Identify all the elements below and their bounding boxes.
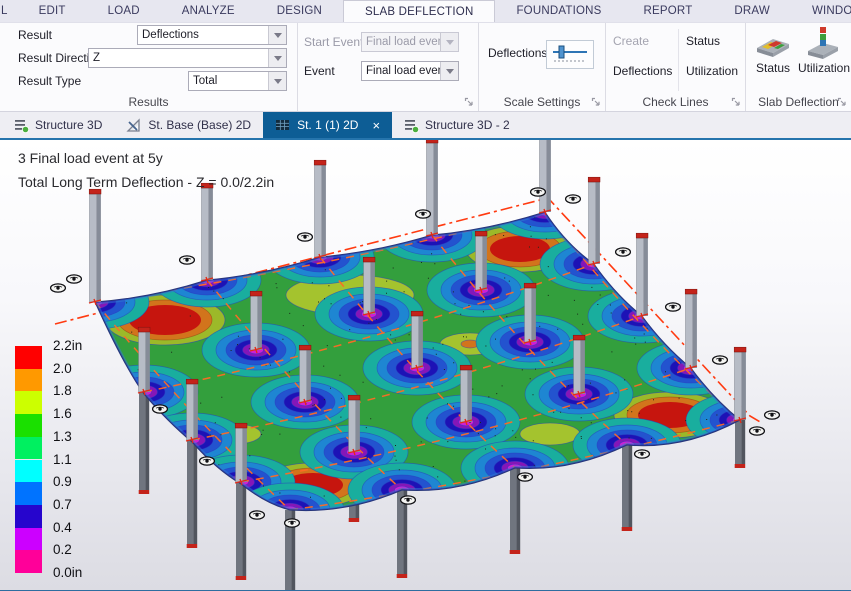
legend-value: 0.2 [53, 542, 72, 557]
result-label: Result [18, 25, 52, 45]
start-event-dropdown[interactable]: Final load event [361, 32, 459, 52]
deflections-scale-button[interactable] [546, 40, 594, 69]
dialog-launcher-icon[interactable] [464, 97, 474, 107]
menu-item-windows[interactable]: WINDOWS [791, 0, 851, 22]
group-label-results: Results [0, 95, 297, 109]
ribbon: Result Deflections Result Direction Z Re… [0, 23, 851, 112]
status-slab-button[interactable]: Status [750, 26, 796, 98]
drafting-icon [126, 118, 142, 133]
view-title: 3 Final load event at 5y Total Long Term… [18, 146, 274, 194]
ribbon-group-results: Result Deflections Result Direction Z Re… [0, 23, 298, 111]
legend-value: 0.7 [53, 497, 72, 512]
dialog-launcher-icon[interactable] [591, 97, 601, 107]
legend-value: 2.0 [53, 361, 72, 376]
dialog-launcher-icon[interactable] [837, 97, 847, 107]
menu-item-edit[interactable]: EDIT [18, 0, 87, 22]
legend-swatch [15, 346, 42, 369]
legend-value: 0.0in [53, 565, 82, 580]
legend-value: 0.9 [53, 474, 72, 489]
menu-item-draw[interactable]: DRAW [713, 0, 791, 22]
chevron-down-icon [440, 33, 458, 51]
app-window: L EDIT LOAD ANALYZE DESIGN SLAB DEFLECTI… [0, 0, 851, 591]
legend-value: 0.4 [53, 520, 72, 535]
status-slab-icon [754, 26, 792, 60]
tab-st-1-2d[interactable]: St. 1 (1) 2D × [263, 112, 392, 138]
legend-swatch [15, 369, 42, 392]
deflections-scale-label: Deflections [488, 43, 547, 63]
menu-item-load[interactable]: LOAD [87, 0, 161, 22]
deflection-legend: 2.2in2.01.81.61.31.10.90.70.40.20.0in [15, 346, 125, 590]
legend-swatch [15, 460, 42, 483]
legend-swatch [15, 414, 42, 437]
start-event-label: Start Event [304, 32, 363, 52]
legend-value: 1.6 [53, 406, 72, 421]
utilization-check-button[interactable]: Utilization [686, 61, 738, 81]
ribbon-group-check-lines: Create Deflections Status Utilization Ch… [606, 23, 746, 111]
document-tab-bar: Structure 3D St. Base (Base) 2D St. 1 (1… [0, 112, 851, 140]
legend-swatch [15, 437, 42, 460]
slider-icon [550, 44, 590, 66]
viewport: 3 Final load event at 5y Total Long Term… [0, 140, 851, 590]
legend-swatch [15, 482, 42, 505]
ribbon-group-scale-settings: Deflections Scale Settings [479, 23, 606, 111]
ribbon-group-events: Start Event Final load event Event Final… [298, 23, 479, 111]
tab-st-base-2d[interactable]: St. Base (Base) 2D [114, 112, 263, 138]
tab-structure-3d-2[interactable]: Structure 3D - 2 [392, 112, 522, 138]
event-label: Event [304, 61, 335, 81]
menu-bar: L EDIT LOAD ANALYZE DESIGN SLAB DEFLECTI… [0, 0, 851, 23]
close-icon[interactable]: × [372, 119, 380, 132]
menu-item-slab-deflection[interactable]: SLAB DEFLECTION [343, 0, 495, 22]
chevron-down-icon [440, 62, 458, 80]
tab-structure-3d[interactable]: Structure 3D [2, 112, 114, 138]
separator [678, 29, 679, 91]
group-label-check-lines: Check Lines [606, 95, 745, 109]
utilization-slab-icon [804, 26, 842, 60]
structure-list-icon [404, 118, 419, 133]
status-check-button[interactable]: Status [686, 31, 720, 51]
view-title-line1: 3 Final load event at 5y [18, 146, 274, 170]
group-label-scale-settings: Scale Settings [479, 95, 605, 109]
legend-value: 2.2in [53, 338, 82, 353]
structure-list-icon [14, 118, 29, 133]
result-type-label: Result Type [18, 71, 81, 91]
group-label-slab-deflection: Slab Deflection [746, 95, 851, 109]
utilization-slab-button[interactable]: Utilization [798, 26, 848, 98]
chevron-down-icon [268, 49, 286, 67]
legend-swatch [15, 550, 42, 573]
result-type-dropdown[interactable]: Total [188, 71, 287, 91]
legend-value: 1.3 [53, 429, 72, 444]
event-dropdown[interactable]: Final load event [361, 61, 459, 81]
chevron-down-icon [268, 72, 286, 90]
grid-2d-icon [275, 118, 291, 132]
menu-item-design[interactable]: DESIGN [256, 0, 343, 22]
dialog-launcher-icon[interactable] [731, 97, 741, 107]
deflections-check-button[interactable]: Deflections [613, 61, 672, 81]
legend-swatch [15, 391, 42, 414]
menu-item-report[interactable]: REPORT [623, 0, 714, 22]
view-title-line2: Total Long Term Deflection - Z = 0.0/2.2… [18, 170, 274, 194]
result-dropdown[interactable]: Deflections [137, 25, 287, 45]
menu-item-analyze[interactable]: ANALYZE [161, 0, 256, 22]
legend-value: 1.1 [53, 452, 72, 467]
menu-item-foundations[interactable]: FOUNDATIONS [495, 0, 622, 22]
menu-item-model-partial[interactable]: L [0, 0, 18, 22]
create-deflections-button[interactable]: Create [613, 31, 649, 51]
slab-deflection-3d-canvas[interactable] [0, 140, 851, 590]
result-direction-dropdown[interactable]: Z [88, 48, 287, 68]
legend-swatch [15, 528, 42, 551]
legend-swatch [15, 505, 42, 528]
chevron-down-icon [268, 26, 286, 44]
ribbon-group-slab-deflection: Status Utilization Slab Deflection [746, 23, 851, 111]
legend-value: 1.8 [53, 383, 72, 398]
